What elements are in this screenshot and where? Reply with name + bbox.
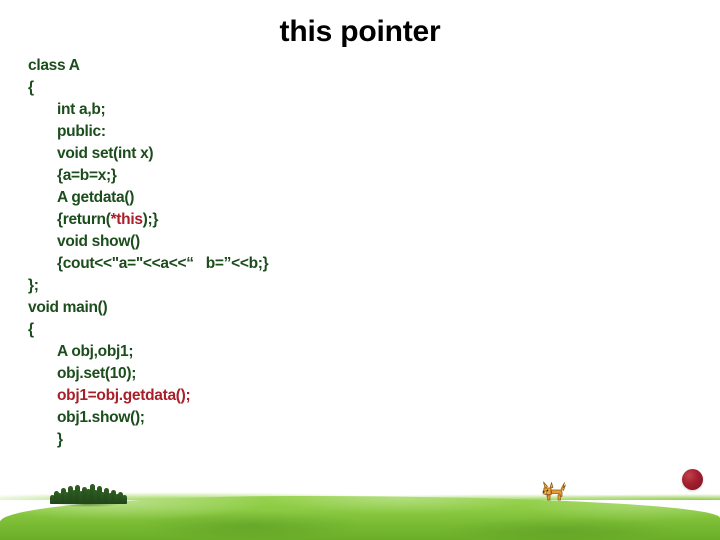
slide-canvas: this pointer class A { int a,b; public: void… [0,0,720,540]
code-token: *this [110,211,143,228]
bush-shape [122,495,127,504]
code-listing: class A { int a,b; public: void set(int x) {a… [28,55,668,451]
code-line: void main() [28,299,108,316]
code-line: {a=b=x;} [57,167,117,184]
code-line: int a,b; [57,101,106,118]
code-line: void show() [57,233,140,250]
code-line: }; [28,277,39,294]
code-line: void set(int x) [57,145,154,162]
code-line: {return(*this);} [28,209,668,231]
code-line: class A [28,57,80,74]
page-title: this pointer [279,15,441,48]
code-line: obj1.show(); [57,409,145,426]
code-line: obj.set(10); [57,365,137,382]
code-line: A getdata() [57,189,135,206]
code-line: public: [57,123,106,140]
code-token: );} [142,211,159,228]
ball-icon [682,469,703,490]
code-line: { [28,321,34,338]
dog-icon [542,481,566,501]
code-token: {return( [57,211,111,228]
code-line: { [28,79,34,96]
scenery-decoration [0,469,720,540]
code-line: A obj,obj1; [57,343,134,360]
code-line: {cout<<"a="<<a<<“ b=”<<b;} [57,255,269,272]
code-line: } [57,431,63,448]
bush-cluster-icon [50,484,127,504]
code-line: obj1=obj.getdata(); [57,387,191,404]
